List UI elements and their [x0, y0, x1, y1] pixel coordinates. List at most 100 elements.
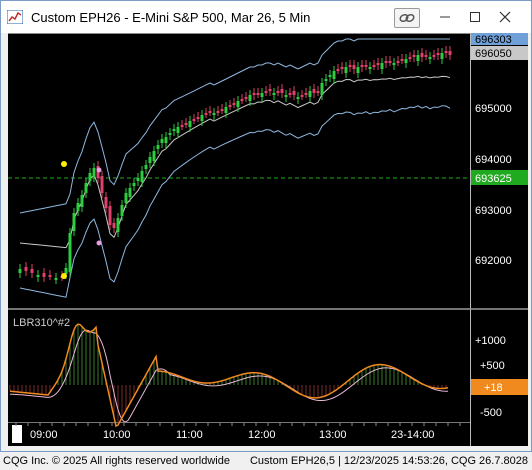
- last-price-tag-text: 696050: [475, 48, 512, 60]
- candle-body: [432, 55, 436, 57]
- candle-body: [42, 273, 46, 277]
- candle-body: [372, 65, 376, 67]
- candle-body: [288, 93, 292, 95]
- candle-body: [184, 123, 188, 125]
- oscillator-value-tag-text: +18: [484, 382, 503, 394]
- candle-body: [136, 178, 140, 181]
- candle-body: [152, 151, 156, 161]
- candle-body: [420, 53, 424, 57]
- window-title: Custom EPH26 - E-Mini S&P 500, Mar 26, 5…: [31, 10, 311, 25]
- candle-body: [324, 79, 328, 81]
- candle-body: [68, 233, 72, 272]
- candle-body: [64, 268, 68, 274]
- price-label-692000: 692000: [475, 255, 512, 267]
- candle-body: [188, 121, 192, 127]
- candle-body: [160, 139, 164, 143]
- chart-window: Custom EPH26 - E-Mini S&P 500, Mar 26, 5…: [0, 0, 532, 452]
- time-label-1000: 10:00: [103, 429, 131, 441]
- candle-body: [88, 173, 92, 181]
- status-footer: CQG Inc. © 2025 All rights reserved worl…: [0, 452, 532, 470]
- candle-body: [232, 103, 236, 105]
- title-bar: Custom EPH26 - E-Mini S&P 500, Mar 26, 5…: [1, 1, 531, 33]
- candle-body: [18, 269, 22, 273]
- candle-body: [416, 55, 420, 61]
- candle-body: [280, 89, 284, 93]
- maximize-button[interactable]: [464, 7, 486, 27]
- candle-body: [284, 95, 288, 97]
- time-label-1100: 11:00: [176, 429, 203, 441]
- candle-body: [312, 89, 316, 93]
- candle-body: [176, 127, 180, 133]
- candle-body: [200, 115, 204, 121]
- app-chart-icon: [7, 10, 23, 24]
- candle-body: [344, 67, 348, 73]
- osc-label-plus1000: +1000: [475, 335, 506, 347]
- candle-body: [440, 53, 444, 59]
- candle-body: [120, 205, 124, 216]
- candle-body: [192, 119, 196, 121]
- candle-body: [336, 69, 340, 71]
- candle-body: [76, 203, 80, 211]
- candle-body: [276, 91, 280, 93]
- candle-body: [264, 91, 268, 93]
- candle-body: [340, 67, 344, 69]
- price-label-693000: 693000: [475, 205, 512, 217]
- candle-body: [384, 61, 388, 63]
- candle-body: [348, 65, 352, 67]
- candle-body: [380, 63, 384, 69]
- candle-body: [400, 59, 404, 61]
- candle-body: [204, 113, 208, 115]
- candle-body: [124, 193, 128, 203]
- candle-body: [436, 53, 440, 55]
- upper-band-tag-text: 696303: [475, 34, 512, 46]
- middle-band-line: [19, 75, 451, 249]
- candle-body: [132, 183, 136, 186]
- chart-area[interactable]: 695000 694000 693000 692000 696303 69605…: [8, 33, 528, 446]
- close-button[interactable]: [494, 7, 516, 27]
- candle-body: [252, 93, 256, 95]
- candle-body: [84, 183, 88, 193]
- time-label-1400: 23-14:00: [391, 429, 434, 441]
- candle-body: [48, 275, 52, 277]
- candle-body: [224, 107, 228, 113]
- candle-body: [208, 111, 212, 113]
- scroll-handle[interactable]: [12, 425, 22, 443]
- price-chart[interactable]: 695000 694000 693000 692000 696303 69605…: [8, 33, 528, 446]
- candle-body: [308, 91, 312, 97]
- candle-body: [168, 133, 172, 135]
- candle-body: [332, 71, 336, 79]
- horizontal-line-tag-text: 693625: [475, 173, 512, 185]
- candle-body: [364, 65, 368, 67]
- candle-body: [412, 55, 416, 57]
- candle-body: [220, 109, 224, 111]
- candle-body: [300, 95, 304, 97]
- osc-label-plus500: +500: [480, 360, 505, 372]
- candle-body: [148, 157, 152, 163]
- oscillator-series: [9, 323, 449, 428]
- candle-body: [256, 93, 260, 95]
- candle-body: [236, 101, 240, 107]
- link-button[interactable]: [394, 8, 420, 28]
- minimize-button[interactable]: [434, 7, 456, 27]
- candle-body: [388, 61, 392, 63]
- candle-body: [92, 168, 96, 177]
- candle-body: [172, 129, 176, 131]
- candle-body: [376, 63, 380, 65]
- candle-body: [448, 51, 452, 55]
- candle-body: [352, 65, 356, 69]
- time-axis: [15, 423, 461, 426]
- link-icon: [399, 13, 415, 23]
- candle-body: [72, 213, 76, 231]
- signal-marker-pink: [96, 240, 102, 246]
- candle-body: [104, 197, 108, 208]
- candle-body: [100, 176, 104, 193]
- candle-body: [328, 75, 332, 77]
- close-icon: [499, 11, 511, 23]
- candle-body: [36, 275, 40, 277]
- candle-body: [244, 97, 248, 99]
- candle-body: [80, 195, 84, 207]
- candle-body: [392, 63, 396, 65]
- candle-body: [24, 267, 28, 271]
- bollinger-bands: [19, 38, 451, 298]
- price-label-694000: 694000: [475, 154, 512, 166]
